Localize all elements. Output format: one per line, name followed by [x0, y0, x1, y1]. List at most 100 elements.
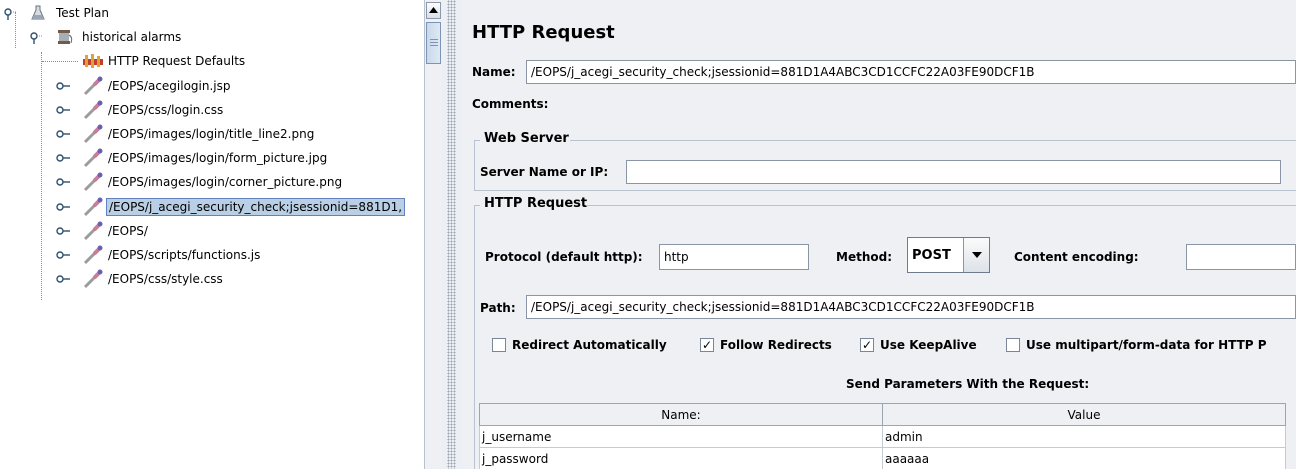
comments-label: Comments:	[472, 97, 549, 111]
tree-node[interactable]: /EOPS/acegilogin.jsp	[82, 75, 233, 97]
expand-handle-icon[interactable]	[56, 81, 70, 91]
expand-handle-icon[interactable]	[56, 274, 70, 284]
encoding-field[interactable]	[1186, 244, 1296, 270]
tree-node-label: /EOPS/images/login/corner_picture.png	[108, 175, 343, 190]
tree-node[interactable]: HTTP Request Defaults	[82, 50, 247, 72]
chevron-down-icon[interactable]	[963, 238, 989, 272]
expand-handle-icon[interactable]	[56, 250, 70, 260]
group-border	[474, 190, 1296, 191]
use-keepalive-checkbox[interactable]: ✓ Use KeepAlive	[860, 338, 977, 352]
expand-handle-icon[interactable]	[56, 226, 70, 236]
tree-node-label: /EOPS/acegilogin.jsp	[108, 78, 231, 93]
path-label: Path:	[480, 301, 516, 315]
expand-handle-icon[interactable]	[4, 8, 18, 20]
http-request-group-title: HTTP Request	[482, 196, 590, 211]
checkbox-label: Use KeepAlive	[880, 338, 977, 352]
arrow-up-icon	[429, 7, 438, 13]
pipette-icon	[82, 123, 106, 145]
tree-node-label: /EOPS/css/login.css	[108, 102, 224, 117]
param-value-cell[interactable]: admin	[882, 425, 1286, 448]
pipette-icon	[82, 244, 106, 266]
pipette-icon	[82, 196, 106, 218]
scroll-thumb[interactable]	[426, 22, 441, 64]
param-value-cell[interactable]: aaaaaa	[882, 447, 1286, 469]
tree-node[interactable]: /EOPS/scripts/functions.js	[82, 244, 262, 266]
tree-node[interactable]: historical alarms	[56, 26, 183, 48]
tree-node-label: /EOPS/images/login/title_line2.png	[108, 127, 315, 141]
server-field[interactable]	[626, 160, 1281, 184]
parameters-table[interactable]: Name: Value j_username admin j_password …	[479, 403, 1286, 469]
column-header-name[interactable]: Name:	[479, 403, 883, 426]
path-field[interactable]: /EOPS/j_acegi_security_check;jsessionid=…	[526, 295, 1296, 319]
group-border	[586, 205, 1296, 206]
method-select[interactable]: POST	[907, 237, 990, 273]
test-plan-tree[interactable]: Test Plan historical alarms HTTP Request D…	[0, 0, 424, 469]
tree-node[interactable]: /EOPS/images/login/form_picture.jpg	[82, 147, 329, 169]
param-name-cell[interactable]: j_username	[479, 425, 883, 448]
group-border	[570, 140, 1296, 141]
column-header-value[interactable]: Value	[882, 403, 1286, 426]
redirect-automatically-checkbox[interactable]: Redirect Automatically	[492, 338, 667, 352]
expand-handle-icon[interactable]	[56, 105, 70, 115]
pipette-icon	[82, 268, 106, 290]
name-label: Name:	[472, 65, 516, 79]
tree-node[interactable]: /EOPS/images/login/title_line2.png	[82, 123, 316, 145]
checkbox-label: Redirect Automatically	[512, 338, 667, 352]
params-title: Send Parameters With the Request:	[846, 377, 1090, 391]
tree-node[interactable]: /EOPS/j_acegi_security_check;jsessionid=…	[82, 196, 406, 218]
follow-redirects-checkbox[interactable]: ✓ Follow Redirects	[700, 338, 832, 352]
checkbox-box	[1006, 338, 1020, 352]
checkbox-box	[492, 338, 506, 352]
tree-node-label: HTTP Request Defaults	[108, 54, 246, 69]
tree-line	[42, 61, 78, 63]
tree-node-label: /EOPS/images/login/form_picture.jpg	[108, 151, 328, 166]
split-pane-divider[interactable]	[442, 0, 462, 469]
group-border	[474, 140, 475, 190]
expand-handle-icon[interactable]	[56, 153, 70, 163]
check-icon: ✓	[860, 338, 874, 352]
web-server-group-title: Web Server	[482, 131, 571, 146]
tree-node[interactable]: Test Plan	[30, 2, 111, 24]
tree-node-label: /EOPS/css/style.css	[108, 272, 223, 287]
protocol-label: Protocol (default http):	[485, 250, 643, 264]
protocol-field[interactable]: http	[659, 244, 809, 270]
tree-node-label: /EOPS/	[108, 223, 148, 238]
tree-scrollbar[interactable]	[424, 0, 442, 469]
comments-field[interactable]	[562, 92, 1296, 116]
expand-handle-icon[interactable]	[56, 177, 70, 187]
table-header-row: Name: Value	[479, 403, 1286, 426]
pipette-icon	[82, 99, 106, 121]
pipette-icon	[82, 147, 106, 169]
flask-icon	[30, 5, 54, 21]
tree-node[interactable]: /EOPS/	[82, 220, 150, 242]
tree-node-label: Test Plan	[56, 6, 109, 20]
tree-node-label: /EOPS/j_acegi_security_check;jsessionid=…	[106, 197, 406, 216]
group-border	[474, 205, 475, 469]
pipette-icon	[82, 75, 106, 97]
method-label: Method:	[836, 250, 892, 264]
name-field[interactable]: /EOPS/j_acegi_security_check;jsessionid=…	[526, 60, 1296, 84]
table-row[interactable]: j_username admin	[479, 425, 1286, 448]
tree-node-label: historical alarms	[82, 30, 182, 45]
check-icon: ✓	[700, 338, 714, 352]
expand-handle-icon[interactable]	[56, 129, 70, 139]
tree-node-label: /EOPS/scripts/functions.js	[108, 248, 261, 262]
encoding-label: Content encoding:	[1014, 250, 1139, 264]
pipette-icon	[82, 171, 106, 193]
http-request-panel: HTTP Request Name: /EOPS/j_acegi_securit…	[462, 0, 1296, 469]
method-value: POST	[912, 247, 951, 263]
use-multipart-checkbox[interactable]: Use multipart/form-data for HTTP P	[1006, 338, 1267, 352]
expand-handle-icon[interactable]	[30, 32, 44, 45]
tree-node[interactable]: /EOPS/images/login/corner_picture.png	[82, 171, 344, 193]
divider-grip	[447, 0, 456, 469]
server-label: Server Name or IP:	[480, 165, 609, 179]
tree-line	[41, 52, 42, 300]
table-row[interactable]: j_password aaaaaa	[479, 447, 1286, 469]
tree-node[interactable]: /EOPS/css/style.css	[82, 268, 225, 290]
expand-handle-icon[interactable]	[56, 202, 70, 212]
tree-node[interactable]: /EOPS/css/login.css	[82, 99, 225, 121]
spool-icon	[56, 29, 80, 45]
param-name-cell[interactable]: j_password	[479, 447, 883, 469]
checkbox-label: Follow Redirects	[720, 338, 832, 352]
scroll-up-button[interactable]	[426, 2, 441, 19]
